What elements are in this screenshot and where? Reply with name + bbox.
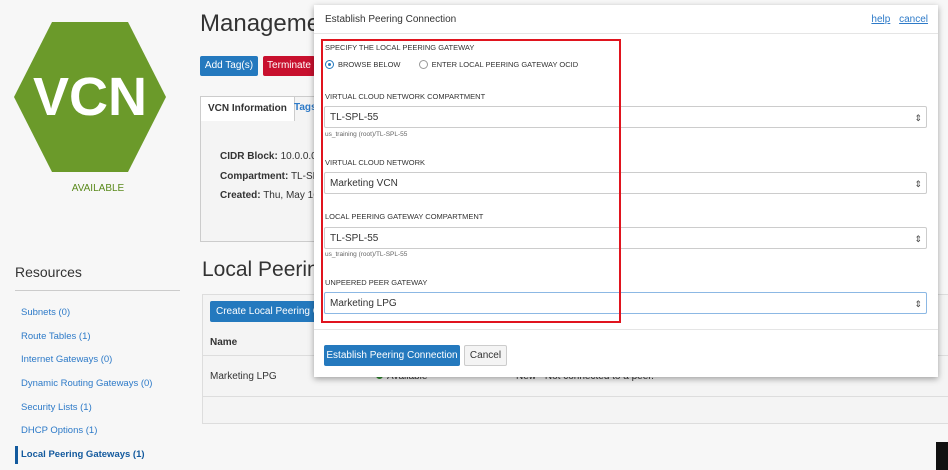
table-row-name[interactable]: Marketing LPG	[210, 371, 277, 382]
browse-below-radio[interactable]	[325, 59, 334, 69]
browse-below-label[interactable]: BROWSE BELOW	[338, 60, 401, 69]
vcn-status: AVAILABLE	[71, 183, 125, 194]
establish-peering-dialog: Establish Peering Connection help cancel…	[314, 5, 938, 377]
dialog-title: Establish Peering Connection	[325, 14, 457, 25]
sidebar-item-subnets[interactable]: Subnets (0)	[21, 307, 70, 318]
sidebar-item-dhcp-options[interactable]: DHCP Options (1)	[21, 425, 97, 436]
vcn-compartment-label: VIRTUAL CLOUD NETWORK COMPARTMENT	[325, 92, 486, 101]
sidebar-item-dynamic-routing-gateways[interactable]: Dynamic Routing Gateways (0)	[21, 378, 152, 389]
local-peering-section-title: Local Peering	[202, 258, 331, 281]
terminate-button[interactable]: Terminate	[263, 56, 315, 76]
tab-vcn-information[interactable]: VCN Information	[200, 96, 295, 121]
resources-heading: Resources	[15, 264, 82, 280]
cidr-block-row: CIDR Block: 10.0.0.0/	[220, 151, 320, 162]
gateway-selection-radios: BROWSE BELOW ENTER LOCAL PEERING GATEWAY…	[325, 59, 594, 69]
establish-peering-button[interactable]: Establish Peering Connection	[324, 345, 460, 366]
window-edge	[936, 442, 948, 470]
table-divider	[202, 396, 948, 397]
lpg-compartment-select[interactable]: TL-SPL-55 ⇕	[324, 227, 927, 249]
vcn-label: VIRTUAL CLOUD NETWORK	[325, 158, 426, 167]
vcn-compartment-select[interactable]: TL-SPL-55 ⇕	[324, 106, 927, 128]
select-arrows-icon: ⇕	[914, 234, 922, 244]
create-local-peering-gateway-button[interactable]: Create Local Peering Ga	[210, 301, 326, 322]
enter-ocid-radio[interactable]	[418, 59, 428, 69]
vcn-compartment-hint: us_training (root)/TL-SPL-55	[325, 131, 408, 138]
sidebar-item-route-tables[interactable]: Route Tables (1)	[21, 331, 91, 342]
select-arrows-icon: ⇕	[914, 113, 922, 123]
sidebar-item-local-peering-gateways[interactable]: Local Peering Gateways (1)	[21, 449, 145, 460]
help-link[interactable]: help	[871, 14, 890, 25]
dialog-header-divider	[314, 33, 938, 34]
compartment-row: Compartment: TL-SPL	[220, 171, 325, 182]
dialog-footer-divider	[314, 329, 938, 330]
vcn-hexagon-logo: VCN	[14, 22, 166, 172]
vcn-select[interactable]: Marketing VCN ⇕	[324, 172, 927, 194]
cancel-link[interactable]: cancel	[899, 14, 928, 25]
enter-ocid-label[interactable]: ENTER LOCAL PEERING GATEWAY OCID	[432, 60, 579, 69]
sidebar-item-security-lists[interactable]: Security Lists (1)	[21, 402, 92, 413]
created-row: Created: Thu, May 16,	[220, 190, 322, 201]
add-tags-button[interactable]: Add Tag(s)	[200, 56, 258, 76]
resources-divider	[15, 290, 180, 291]
active-item-indicator	[15, 446, 18, 464]
lpg-compartment-label: LOCAL PEERING GATEWAY COMPARTMENT	[325, 212, 484, 221]
unpeered-gateway-select[interactable]: Marketing LPG ⇕	[324, 292, 927, 314]
lpg-compartment-hint: us_training (root)/TL-SPL-55	[325, 251, 408, 258]
name-column-header: Name	[210, 337, 238, 348]
select-arrows-icon: ⇕	[914, 179, 922, 189]
svg-text:VCN: VCN	[33, 67, 147, 127]
specify-gateway-label: SPECIFY THE LOCAL PEERING GATEWAY	[325, 43, 475, 52]
cancel-button[interactable]: Cancel	[464, 345, 507, 366]
dialog-header-links: help cancel	[865, 14, 928, 25]
sidebar-item-internet-gateways[interactable]: Internet Gateways (0)	[21, 354, 112, 365]
select-arrows-icon: ⇕	[914, 299, 922, 309]
unpeered-gateway-label: UNPEERED PEER GATEWAY	[325, 278, 428, 287]
